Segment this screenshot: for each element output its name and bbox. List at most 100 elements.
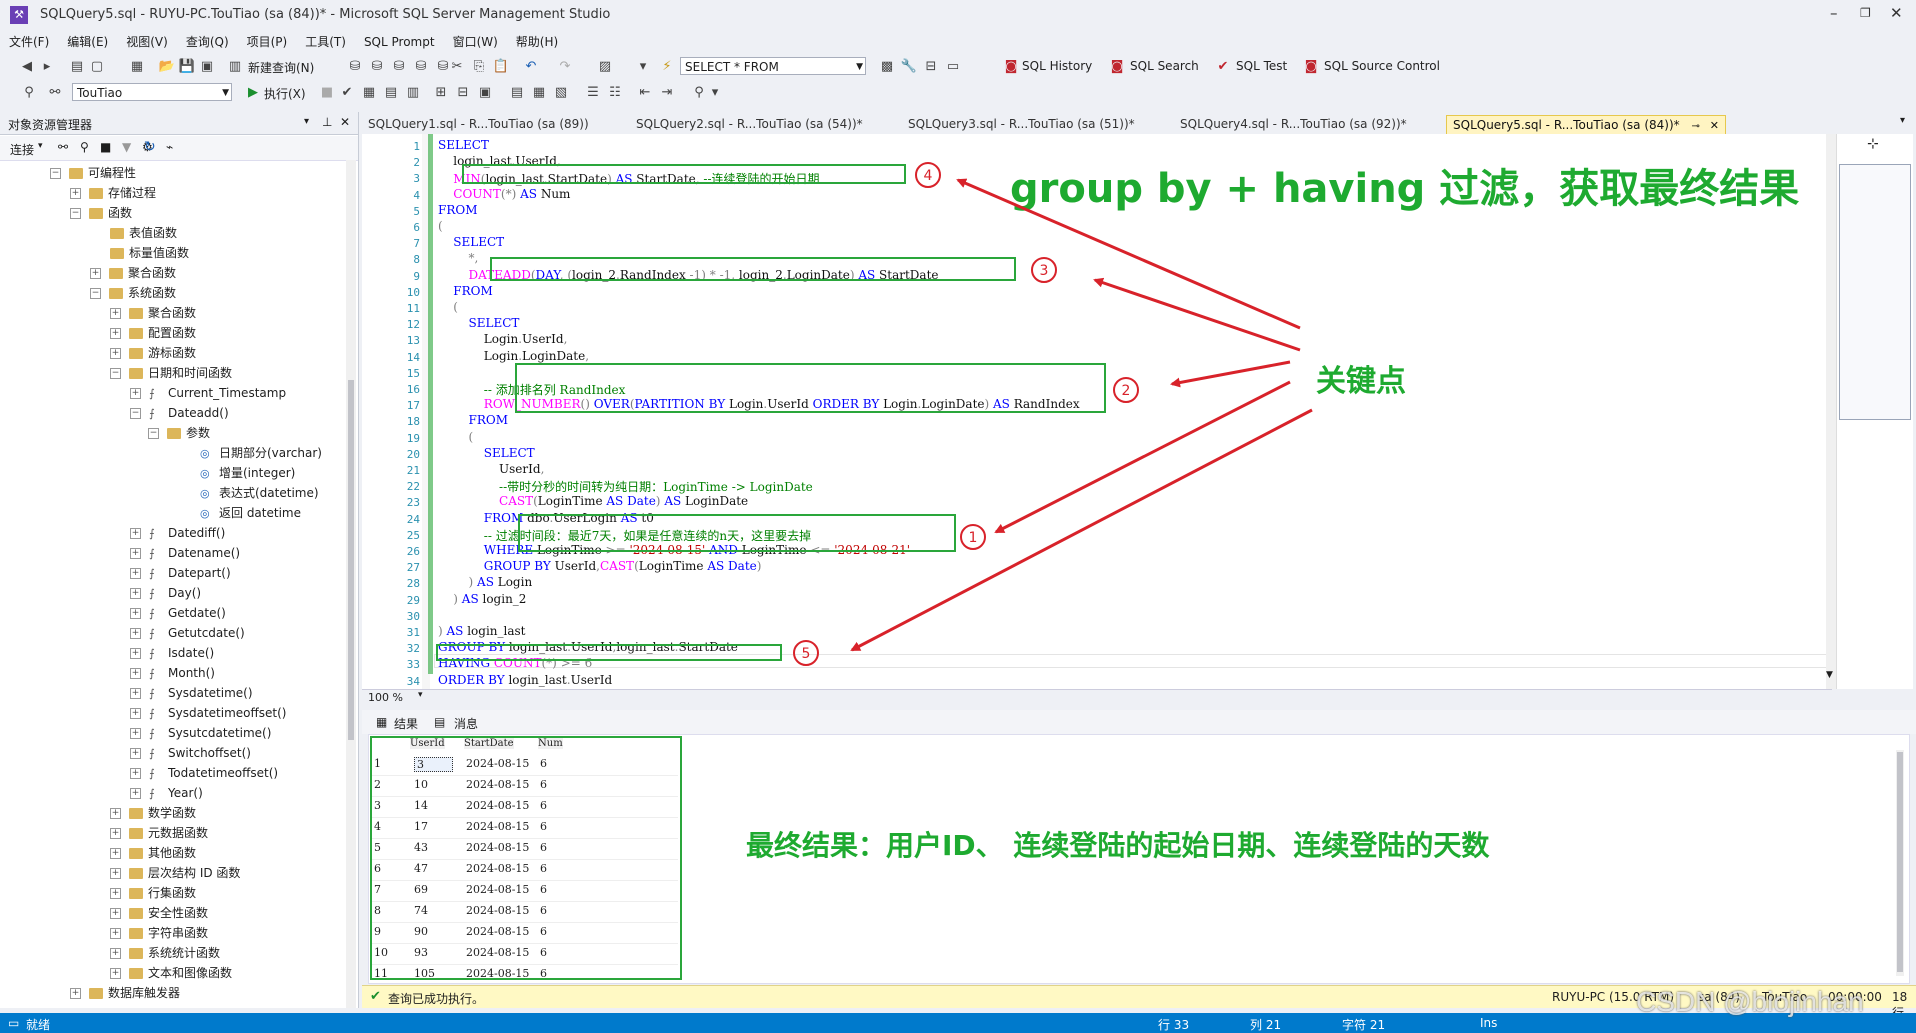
back-icon[interactable]: ◀	[18, 58, 36, 76]
parse-icon[interactable]: ✔	[338, 84, 356, 102]
sql-source-control-button[interactable]: SQL Source Control	[1324, 59, 1440, 73]
tree-item-sysdatetimeoffset[interactable]: + ⨍ Sysdatetimeoffset()	[130, 703, 286, 723]
expand-icon[interactable]: +	[110, 928, 121, 939]
sql-test-button[interactable]: SQL Test	[1236, 59, 1287, 73]
code-line[interactable]: ORDER BY login_last.UserId	[438, 673, 612, 687]
sql-source-control-icon[interactable]: ◙	[1302, 58, 1320, 76]
undo-icon[interactable]: ↶	[522, 58, 540, 76]
tree-item-getutcdate[interactable]: + ⨍ Getutcdate()	[130, 623, 245, 643]
scroll-down-icon[interactable]: ▼	[1826, 670, 1833, 680]
new-file-icon[interactable]: ▢	[88, 58, 106, 76]
tab-sqlquery5[interactable]: SQLQuery5.sql - R...TouTiao (sa (84))* ⊸…	[1446, 115, 1726, 135]
cut-icon[interactable]: ✂	[448, 58, 466, 76]
table-cell[interactable]: 10	[414, 778, 428, 791]
table-cell[interactable]: 69	[414, 883, 428, 896]
expand-icon[interactable]: +	[110, 308, 121, 319]
code-line[interactable]: FROM	[438, 284, 493, 298]
pin-icon[interactable]: ⊥	[322, 115, 332, 129]
tree-item-scalar-functions[interactable]: 标量值函数	[110, 243, 189, 263]
expand-icon[interactable]: +	[130, 728, 141, 739]
table-cell[interactable]: 74	[414, 904, 428, 917]
table-cell[interactable]: 6	[540, 904, 547, 917]
tree-item-parameters[interactable]: − 参数	[148, 423, 210, 443]
tree-item-datename[interactable]: + ⨍ Datename()	[130, 543, 240, 563]
redo-icon[interactable]: ↷	[556, 58, 574, 76]
tab-sqlquery1[interactable]: SQLQuery1.sql - R...TouTiao (sa (89))	[362, 115, 595, 133]
results-scrollbar[interactable]	[1896, 750, 1904, 976]
table-cell[interactable]: 2024-08-15	[466, 946, 529, 959]
tree-item-database-triggers[interactable]: + 数据库触发器	[70, 983, 180, 1003]
code-line[interactable]: ) AS Login	[438, 575, 533, 589]
expand-icon[interactable]: +	[130, 588, 141, 599]
results-text-icon[interactable]: ▤	[508, 84, 526, 102]
table-cell[interactable]: 6	[540, 841, 547, 854]
table-cell[interactable]: 6	[540, 778, 547, 791]
expand-icon[interactable]: +	[130, 768, 141, 779]
table-cell[interactable]: 105	[414, 967, 435, 980]
table-cell[interactable]: 6	[540, 883, 547, 896]
code-line[interactable]: GROUP BY UserId,CAST(LoginTime AS Date)	[438, 559, 762, 573]
sql-prompt-icon[interactable]: ⚡	[658, 58, 676, 76]
collapse-icon[interactable]: −	[90, 288, 101, 299]
oe-scrollbar[interactable]	[346, 160, 356, 1008]
table-cell[interactable]: 6	[540, 799, 547, 812]
tree-item-sys-aggregate-functions[interactable]: + 聚合函数	[110, 303, 196, 323]
sql-history-icon[interactable]: ◙	[1002, 58, 1020, 76]
restore-button[interactable]: ❐	[1860, 6, 1871, 20]
menu-view[interactable]: 视图(V)	[117, 30, 177, 53]
tree-item-day[interactable]: + ⨍ Day()	[130, 583, 201, 603]
wrench-icon[interactable]: 🔧	[900, 58, 918, 76]
new-query-icon[interactable]: ▥	[226, 58, 244, 76]
results-file-icon[interactable]: ▧	[552, 84, 570, 102]
increase-indent-icon[interactable]: ⇥	[658, 84, 676, 102]
expand-icon[interactable]: +	[110, 908, 121, 919]
filter-icon[interactable]: ▼	[122, 140, 131, 154]
table-cell[interactable]: 2024-08-15	[466, 820, 529, 833]
tree-item-math-functions[interactable]: + 数学函数	[110, 803, 196, 823]
table-cell[interactable]: 6	[540, 946, 547, 959]
zoom-dropdown-icon[interactable]: ▾	[418, 690, 423, 700]
menu-sql-prompt[interactable]: SQL Prompt	[355, 32, 444, 52]
decrease-indent-icon[interactable]: ⇤	[636, 84, 654, 102]
code-line[interactable]: SELECT	[438, 446, 535, 460]
oe-connect-icon[interactable]: ⚯	[58, 140, 68, 154]
new-project-icon[interactable]: ▤	[68, 58, 86, 76]
uncomment-icon[interactable]: ☷	[606, 84, 624, 102]
code-line[interactable]: CAST(LoginTime AS Date) AS LoginDate	[438, 494, 748, 508]
table-cell[interactable]: 6	[540, 967, 547, 980]
stop-icon[interactable]: ■	[318, 84, 336, 102]
collapse-icon[interactable]: −	[110, 368, 121, 379]
column-header[interactable]: StartDate	[464, 738, 514, 749]
collapse-icon[interactable]: −	[148, 428, 159, 439]
table-cell[interactable]: 2024-08-15	[466, 862, 529, 875]
table-cell[interactable]: 17	[414, 820, 428, 833]
table-cell[interactable]: 6	[540, 757, 547, 770]
code-line[interactable]: FROM	[438, 413, 509, 427]
zoom-level[interactable]: 100 %	[368, 691, 403, 704]
tree-item-system-functions[interactable]: − 系统函数	[90, 283, 176, 303]
expand-icon[interactable]: +	[110, 808, 121, 819]
database-selector[interactable]: TouTiao ▼	[72, 83, 232, 101]
table-cell[interactable]: 2024-08-15	[466, 883, 529, 896]
forward-icon[interactable]: ▸	[38, 58, 56, 76]
table-cell[interactable]: 2024-08-15	[466, 778, 529, 791]
add-item-icon[interactable]: ▦	[128, 58, 146, 76]
tree-item-aggregate-functions[interactable]: + 聚合函数	[90, 263, 176, 283]
oe-scrollbar-thumb[interactable]	[348, 380, 354, 740]
activity-monitor-icon[interactable]: ▨	[596, 58, 614, 76]
disconnect-icon[interactable]: ⚲	[80, 140, 89, 154]
connect-dropdown[interactable]: 连接	[10, 141, 34, 158]
expand-icon[interactable]: +	[110, 348, 121, 359]
tree-item-metadata-functions[interactable]: + 元数据函数	[110, 823, 208, 843]
table-cell[interactable]: 2024-08-15	[466, 967, 529, 980]
tree-item-table-valued-functions[interactable]: 表值函数	[110, 223, 177, 243]
code-line[interactable]: *,	[438, 251, 479, 265]
sql-history-button[interactable]: SQL History	[1022, 59, 1092, 73]
sql-history-combo[interactable]: SELECT * FROM ▼	[680, 57, 866, 75]
code-line[interactable]: (	[438, 430, 474, 444]
expand-icon[interactable]: +	[110, 888, 121, 899]
tree-item-other-functions[interactable]: + 其他函数	[110, 843, 196, 863]
code-line[interactable]: FROM	[438, 203, 478, 217]
collapse-icon[interactable]: −	[130, 408, 141, 419]
tree-item-todatetimeoffset[interactable]: + ⨍ Todatetimeoffset()	[130, 763, 278, 783]
